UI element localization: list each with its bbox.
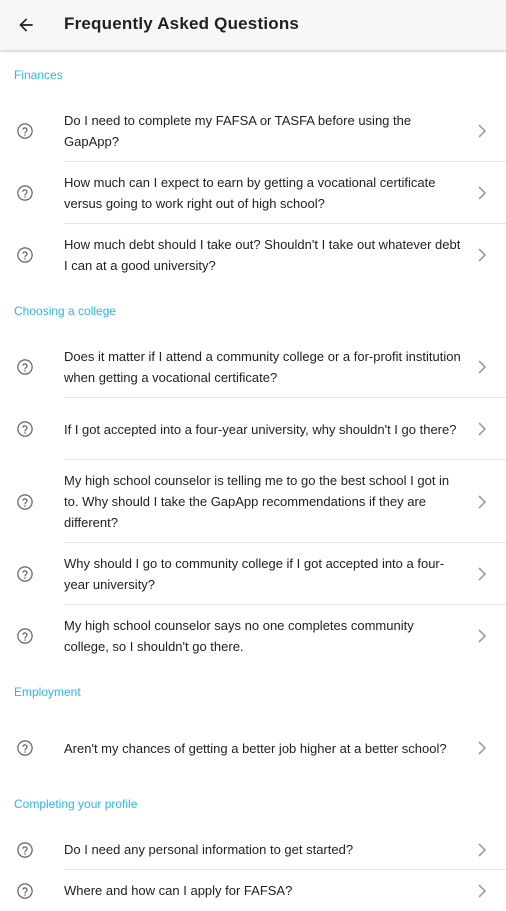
help-circle-icon	[17, 123, 33, 139]
help-circle-icon	[17, 247, 33, 263]
section-header-choosing-a-college: Choosing a college	[14, 304, 117, 318]
chevron-right-icon	[478, 629, 487, 643]
faq-item[interactable]: Do I need to complete my FAFSA or TASFA …	[0, 100, 506, 162]
help-circle-icon	[17, 185, 33, 201]
faq-question: Do I need to complete my FAFSA or TASFA …	[64, 113, 412, 149]
chevron-right-icon	[478, 741, 487, 755]
faq-item[interactable]: Do I need any personal information to ge…	[0, 829, 506, 870]
faq-question: Do I need any personal information to ge…	[64, 842, 354, 857]
faq-question: Why should I go to community college if …	[64, 556, 445, 592]
app-bar: Frequently Asked Questions	[0, 0, 506, 50]
help-circle-icon	[17, 740, 33, 756]
chevron-right-icon	[478, 186, 487, 200]
arrow-back-icon	[19, 18, 33, 32]
faq-list: Finances Do I need to complete my FAFSA …	[0, 50, 506, 911]
faq-question: If I got accepted into a four-year unive…	[64, 421, 457, 437]
faq-question: Where and how can I apply for FAFSA?	[64, 883, 293, 898]
help-circle-icon	[17, 421, 33, 437]
help-circle-icon	[17, 841, 33, 858]
faq-item[interactable]: How much debt should I take out? Shouldn…	[0, 224, 506, 286]
faq-question: Aren't my chances of getting a better jo…	[64, 740, 447, 756]
back-button[interactable]	[8, 7, 44, 43]
help-circle-icon	[17, 566, 33, 582]
faq-item[interactable]: Where and how can I apply for FAFSA?	[0, 870, 506, 911]
chevron-right-icon	[478, 422, 487, 436]
chevron-right-icon	[478, 883, 487, 898]
chevron-right-icon	[478, 124, 487, 138]
faq-item[interactable]: My high school counselor says no one com…	[0, 605, 506, 667]
help-circle-icon	[17, 493, 33, 510]
faq-item[interactable]: If I got accepted into a four-year unive…	[0, 398, 506, 460]
faq-item[interactable]: How much can I expect to earn by getting…	[0, 162, 506, 224]
help-circle-icon	[17, 628, 33, 644]
chevron-right-icon	[478, 248, 487, 262]
chevron-right-icon	[478, 567, 487, 581]
section-header-employment: Employment	[14, 685, 81, 699]
page-title: Frequently Asked Questions	[64, 14, 300, 33]
faq-item[interactable]: Does it matter if I attend a community c…	[0, 336, 506, 398]
faq-item[interactable]: My high school counselor is telling me t…	[0, 460, 506, 543]
section-header-completing-your-profile: Completing your profile	[14, 797, 138, 811]
section-header-finances: Finances	[14, 68, 63, 82]
faq-item[interactable]: Why should I go to community college if …	[0, 543, 506, 605]
faq-item[interactable]: Aren't my chances of getting a better jo…	[0, 717, 506, 779]
chevron-right-icon	[478, 360, 487, 374]
faq-question: How much can I expect to earn by getting…	[64, 175, 436, 211]
faq-question: My high school counselor is telling me t…	[64, 473, 450, 530]
chevron-right-icon	[478, 494, 487, 509]
faq-question: Does it matter if I attend a community c…	[64, 349, 461, 385]
chevron-right-icon	[478, 842, 487, 857]
faq-question: My high school counselor says no one com…	[64, 618, 414, 654]
faq-question: How much debt should I take out? Shouldn…	[64, 237, 461, 273]
help-circle-icon	[17, 882, 33, 899]
help-circle-icon	[17, 359, 33, 375]
